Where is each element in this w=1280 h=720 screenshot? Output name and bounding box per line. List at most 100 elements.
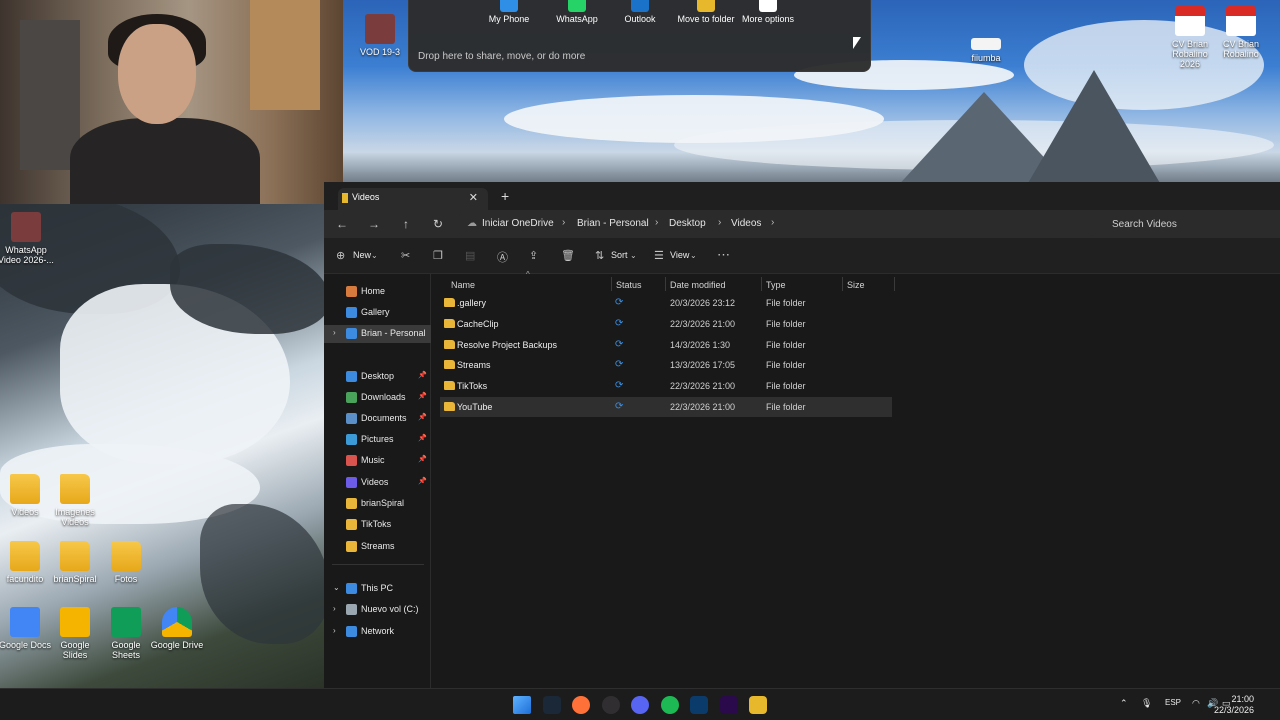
spotify-icon[interactable] (660, 696, 679, 714)
new-tab-button[interactable]: + (501, 188, 509, 204)
column-header[interactable]: Name (451, 280, 475, 290)
share-option[interactable]: WhatsApp (542, 0, 612, 24)
file-row[interactable]: Resolve Project Backups ⟳ 14/3/2026 1:30 Fi… (440, 335, 892, 355)
sidebar-item[interactable]: Music 📌 (324, 452, 431, 470)
new-button[interactable]: New (353, 250, 371, 260)
chevron-right-icon[interactable]: › (333, 328, 336, 337)
column-header[interactable]: Date modified (670, 280, 726, 290)
microphone-icon[interactable]: 🎙 (1141, 698, 1152, 709)
sidebar-item[interactable]: › Brian - Personal (324, 325, 431, 343)
breadcrumb-videos[interactable]: Videos (731, 218, 761, 229)
column-header[interactable]: Size (847, 280, 865, 290)
desktop-icon[interactable]: CV Brian Robalino 2026 (1162, 6, 1218, 69)
desktop-icon[interactable]: Imagenes Videos (47, 474, 103, 527)
view-icon[interactable]: ☰ (654, 249, 664, 262)
sidebar-item[interactable]: Videos 📌 (324, 474, 431, 492)
cut-icon[interactable]: ✂ (401, 249, 410, 262)
folder-icon (444, 319, 455, 328)
clock[interactable]: 21:00 22/3/2026 (1214, 694, 1254, 716)
pin-icon: 📌 (418, 478, 427, 485)
forward-arrow-icon[interactable]: → (366, 216, 382, 232)
delete-icon[interactable]: 🗑 (561, 249, 575, 262)
chevron-right-icon[interactable]: › (333, 604, 336, 613)
sidebar-item[interactable]: Streams (324, 538, 431, 556)
photoshop-icon[interactable] (690, 696, 708, 714)
share-option[interactable]: More options (733, 0, 803, 24)
chevron-down-icon[interactable]: ⌄ (371, 251, 378, 260)
desktop-icon[interactable]: Fotos (98, 541, 154, 584)
sidebar-item[interactable]: Gallery (324, 304, 431, 322)
sidebar-item[interactable]: Home (324, 283, 431, 301)
sidebar-item[interactable]: Pictures 📌 (324, 431, 431, 449)
sidebar-icon (346, 519, 357, 530)
copy-icon[interactable]: ❐ (433, 249, 443, 262)
steam-icon[interactable] (542, 696, 561, 714)
search-input[interactable] (1104, 212, 1280, 236)
desktop-icon-vod[interactable]: VOD 19-3 (352, 14, 408, 57)
breadcrumb-desktop[interactable]: Desktop (669, 218, 706, 229)
column-header[interactable]: Type (766, 280, 786, 290)
obs-icon[interactable] (601, 696, 620, 714)
sidebar-item[interactable]: › Nuevo vol (C:) (324, 601, 431, 619)
column-divider (665, 277, 666, 291)
desktop-icon[interactable]: brianSpiral (47, 541, 103, 584)
premiere-icon[interactable] (719, 696, 738, 714)
address-bar[interactable]: ☁ Iniciar OneDrive › Brian - Personal › … (459, 212, 1095, 236)
view-button[interactable]: View (670, 250, 689, 260)
language-indicator[interactable]: ESP (1165, 698, 1181, 707)
start-icon[interactable] (513, 696, 531, 714)
column-header[interactable]: Status (616, 280, 642, 290)
more-options-icon[interactable]: ⋯ (717, 247, 730, 263)
desktop-icon[interactable]: Google Drive (149, 607, 205, 650)
file-row[interactable]: Streams ⟳ 13/3/2026 17:05 File folder (440, 355, 892, 375)
new-plus-icon[interactable]: ⊕ (336, 249, 345, 262)
tab-videos[interactable]: Videos ✕ (338, 188, 488, 210)
sort-button[interactable]: Sort (611, 250, 628, 260)
breadcrumb-brian-personal[interactable]: Brian - Personal (577, 218, 649, 229)
sidebar-item[interactable]: Documents 📌 (324, 410, 431, 428)
desktop-icon[interactable]: fiiumba (958, 24, 1014, 63)
file-row[interactable]: YouTube ⟳ 22/3/2026 21:00 File folder (440, 397, 892, 417)
chevron-down-icon[interactable]: ⌄ (630, 251, 637, 260)
chevron-right-icon[interactable]: › (333, 626, 336, 635)
sidebar-item[interactable]: ⌄ This PC (324, 580, 431, 598)
desktop-icon[interactable]: Google Sheets (98, 607, 154, 660)
file-name: TikToks (457, 381, 488, 391)
sort-icon[interactable]: ⇅ (595, 249, 604, 262)
desktop-icon[interactable]: Videos (0, 474, 53, 517)
desktop-icon-label: Google Slides (60, 640, 90, 660)
discord-icon[interactable] (631, 696, 649, 714)
sidebar-item[interactable]: TikToks (324, 516, 431, 534)
file-row[interactable]: CacheClip ⟳ 22/3/2026 21:00 File folder (440, 314, 892, 334)
sidebar-item[interactable]: brianSpiral (324, 495, 431, 513)
refresh-icon[interactable]: ↻ (430, 216, 446, 232)
desktop-icon[interactable]: Google Slides (47, 607, 103, 660)
desktop-icon[interactable]: Google Docs (0, 607, 53, 650)
file-explorer-icon[interactable] (749, 696, 767, 714)
desktop-icon[interactable]: WhatsApp Video 2026-... (0, 212, 54, 265)
paste-icon[interactable]: ▤ (465, 249, 475, 262)
rename-icon[interactable]: Ⓐ (497, 249, 508, 265)
file-row[interactable]: TikToks ⟳ 22/3/2026 21:00 File folder (440, 376, 892, 396)
sidebar-item[interactable]: Downloads 📌 (324, 389, 431, 407)
breadcrumb-onedrive[interactable]: Iniciar OneDrive (482, 218, 554, 229)
share-option[interactable]: Outlook (605, 0, 675, 24)
back-arrow-icon[interactable]: ← (334, 216, 350, 232)
up-arrow-icon[interactable]: ↑ (398, 216, 414, 232)
tray-overflow-chevron-icon[interactable]: ⌃ (1120, 698, 1128, 709)
file-row[interactable]: .gallery ⟳ 20/3/2026 23:12 File folder (440, 293, 892, 313)
desktop-icon-label: VOD 19-3 (359, 47, 401, 57)
chevron-down-icon[interactable]: ⌄ (690, 251, 697, 260)
chevron-down-icon[interactable]: ⌄ (333, 583, 340, 592)
share-option[interactable]: Move to folder (671, 0, 741, 24)
sidebar-item[interactable]: › Network (324, 623, 431, 641)
firefox-icon[interactable] (572, 696, 590, 714)
desktop-icon[interactable]: CV Brian Robalino (1213, 6, 1269, 59)
share-icon[interactable]: ⇪ (529, 249, 538, 262)
desktop-icon-label: Fotos (114, 574, 138, 584)
close-tab-button[interactable]: ✕ (469, 191, 478, 204)
sidebar-item[interactable]: Desktop 📌 (324, 368, 431, 386)
wifi-icon[interactable]: ◠ (1192, 698, 1200, 709)
desktop-icon[interactable]: facundito (0, 541, 53, 584)
share-option[interactable]: My Phone (474, 0, 544, 24)
